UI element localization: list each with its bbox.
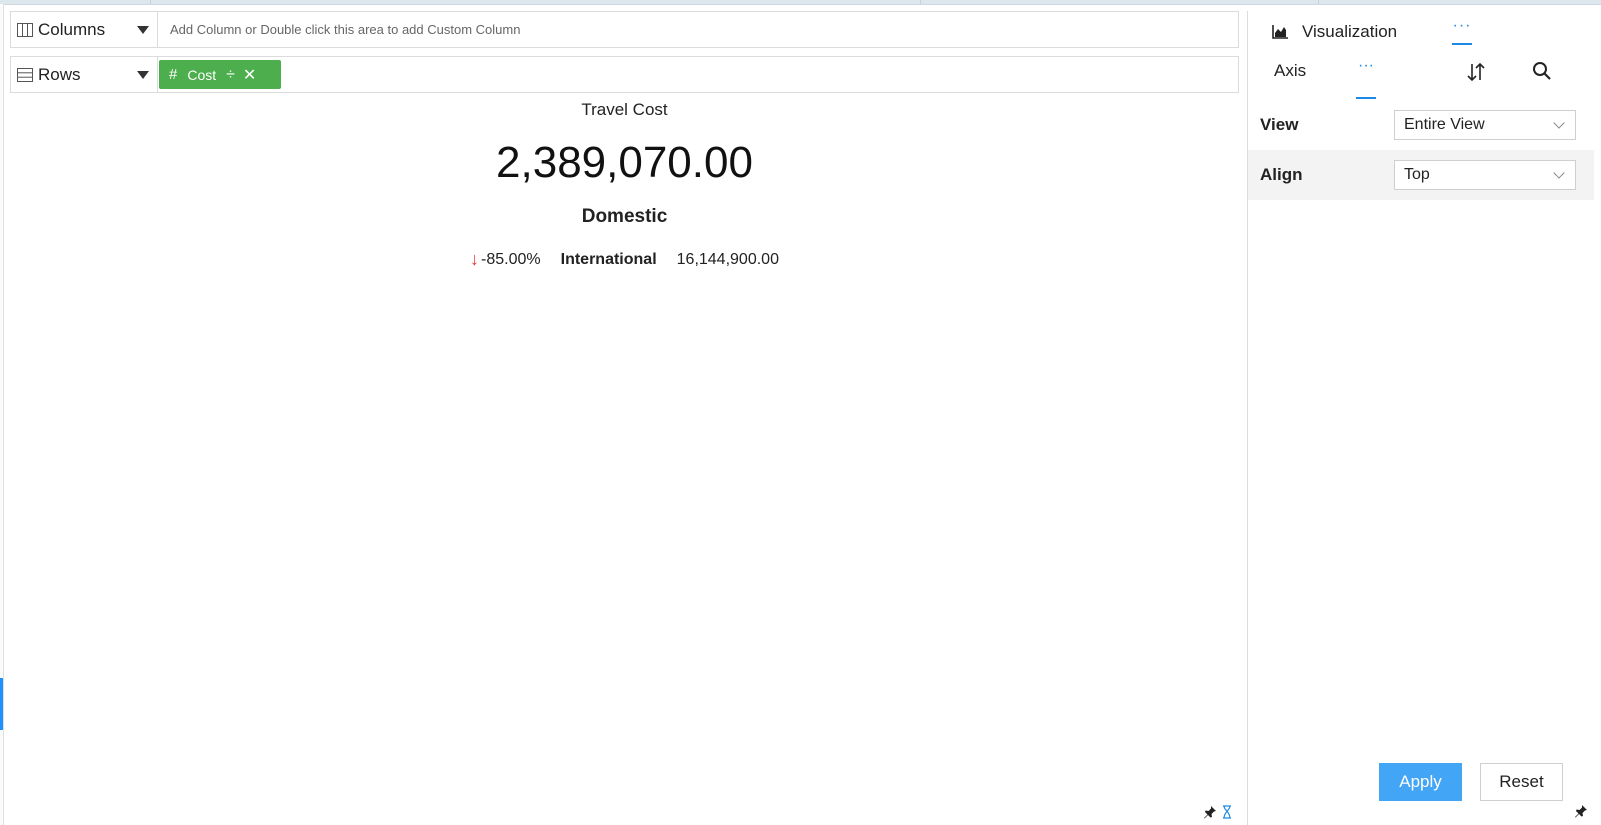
more-options-icon[interactable]: ··· (1356, 57, 1376, 99)
arrow-down-icon: ↓ (470, 249, 480, 269)
rows-label: Rows (38, 64, 81, 84)
columns-shelf: Columns Add Column or Double click this … (10, 11, 1239, 48)
apply-button[interactable]: Apply (1379, 763, 1462, 801)
property-label-align: Align (1260, 165, 1303, 184)
top-tab-strip (0, 0, 1601, 5)
tab-visualization-label: Visualization (1302, 22, 1398, 41)
chevron-down-icon (1553, 117, 1565, 129)
rows-icon (17, 67, 33, 82)
columns-label: Columns (38, 19, 106, 39)
columns-drop-area[interactable]: Add Column or Double click this area to … (158, 12, 1238, 47)
left-active-marker (0, 678, 3, 730)
kpi-compare-value: 16,144,900.00 (676, 250, 779, 268)
align-select-value: Top (1404, 166, 1430, 183)
pill-label: Cost (187, 66, 217, 83)
columns-icon (17, 22, 33, 37)
divide-icon[interactable]: ÷ (226, 66, 235, 84)
chevron-down-icon[interactable] (137, 25, 149, 34)
panel-subtabs: Axis ··· (1248, 55, 1594, 101)
kpi-subtitle: Domestic (581, 206, 668, 227)
pin-icon[interactable] (1203, 805, 1217, 819)
property-row-align: Align Top (1248, 150, 1594, 200)
tab-visualization[interactable]: Visualization (1272, 17, 1397, 47)
kpi-title: Travel Cost (581, 100, 668, 119)
rows-shelf: Rows # Cost ÷ ✕ (10, 56, 1239, 93)
chevron-down-icon[interactable] (137, 70, 149, 79)
search-icon[interactable] (1532, 61, 1552, 81)
kpi-compare-label: International (560, 250, 657, 268)
pin-icon[interactable] (1574, 804, 1588, 818)
tab-divider (920, 0, 921, 4)
tab-axis[interactable]: Axis (1274, 61, 1306, 81)
columns-shelf-header[interactable]: Columns (11, 12, 158, 47)
kpi-change: -85.00% (481, 250, 541, 268)
rows-drop-area[interactable] (158, 57, 1238, 92)
view-select-value: Entire View (1404, 116, 1485, 133)
hash-icon: # (169, 66, 178, 83)
rows-shelf-header[interactable]: Rows (11, 57, 158, 92)
area-chart-icon (1272, 25, 1288, 39)
more-options-icon[interactable]: ··· (1452, 17, 1472, 45)
columns-drop-placeholder: Add Column or Double click this area to … (170, 22, 521, 37)
cost-measure-pill[interactable]: # Cost ÷ ✕ (159, 60, 281, 89)
align-select[interactable]: Top (1394, 160, 1576, 190)
tab-divider (1318, 0, 1319, 4)
hourglass-icon (1223, 805, 1231, 819)
kpi-value: 2,389,070.00 (496, 138, 753, 187)
chevron-down-icon (1553, 167, 1565, 179)
tab-divider (150, 0, 151, 4)
reset-button[interactable]: Reset (1480, 763, 1563, 801)
sort-icon[interactable] (1466, 61, 1486, 83)
close-icon[interactable]: ✕ (243, 65, 256, 85)
property-label-view: View (1260, 115, 1299, 134)
property-row-view: View Entire View (1248, 100, 1594, 150)
kpi-comparison: ↓ -85.00% International 16,144,900.00 (10, 249, 1239, 270)
view-select[interactable]: Entire View (1394, 110, 1576, 140)
properties-panel: Visualization ··· Axis ··· View Entire V… (1247, 11, 1594, 825)
